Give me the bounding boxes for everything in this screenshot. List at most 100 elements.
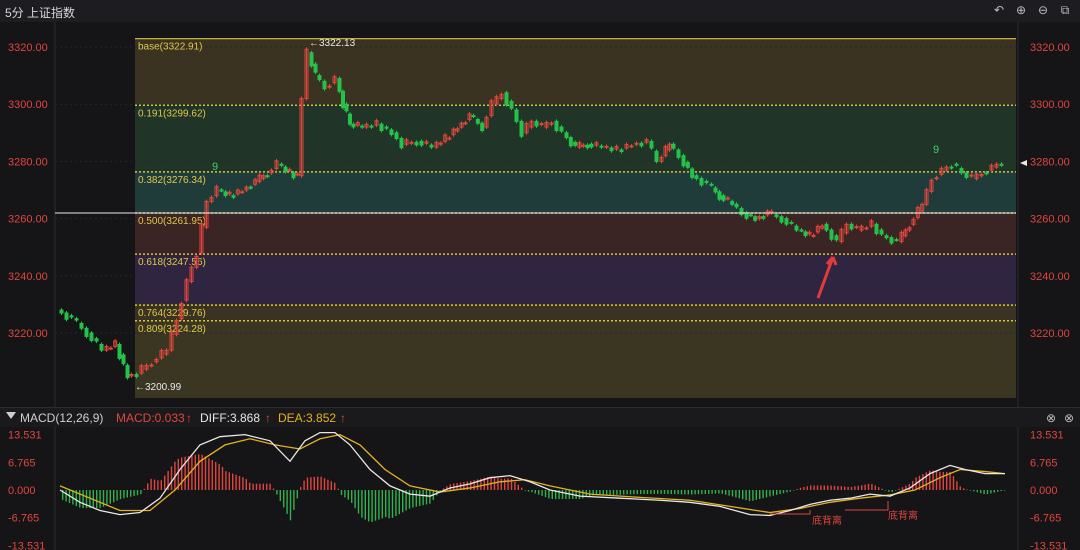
macd-value: MACD:0.033 (116, 411, 185, 425)
macd-hist-bar (833, 485, 836, 490)
macd-hist-bar (429, 490, 431, 504)
candle-body (713, 187, 718, 193)
macd-tick-left: 0.000 (8, 485, 36, 497)
macd-hist-bar (854, 486, 856, 490)
candle-body (89, 332, 94, 341)
macd-hist-bar (470, 480, 472, 490)
macd-hist-bar (776, 490, 778, 495)
macd-header: MACD(12,26,9) MACD:0.033 ↑ DIFF:3.868 ↑ … (0, 407, 1080, 428)
macd-hist-bar (313, 476, 315, 490)
candle-body (984, 172, 989, 175)
macd-hist-bar (636, 490, 638, 495)
candle-body (799, 229, 804, 232)
candle-body (419, 140, 424, 146)
price-tick-left: 3280.00 (8, 156, 48, 168)
candle-body (534, 120, 539, 127)
macd-hist-bar (538, 490, 540, 495)
macd-hist-bar (582, 490, 584, 499)
macd-settings-icon[interactable]: ⊗ (1046, 411, 1056, 425)
candle-body (463, 122, 468, 125)
macd-hist-bar (249, 482, 251, 490)
macd-hist-bar (677, 490, 679, 495)
macd-hist-bar (276, 490, 278, 495)
candle-body (219, 189, 224, 192)
macd-hist-bar (266, 483, 268, 490)
candle-body (231, 195, 236, 198)
macd-chart[interactable]: 13.531 13.531 6.765 6.765 0.000 0.000 -6.765 -6… (0, 427, 1080, 550)
low-label: ←3200.99 (135, 382, 182, 393)
candle-body (317, 75, 322, 81)
fullscreen-icon[interactable]: ⧉ (1058, 3, 1072, 17)
zoom-in-icon[interactable]: ⊕ (1014, 3, 1028, 17)
macd-hist-bar (589, 490, 591, 496)
macd-hist-bar (106, 490, 108, 506)
macd-hist-bar (238, 476, 241, 490)
macd-hist-bar (364, 490, 366, 520)
macd-hist-bar (497, 478, 499, 490)
candle-body (389, 129, 394, 136)
macd-hist-bar (194, 454, 196, 490)
candle-body (774, 214, 779, 218)
candle-body (223, 191, 228, 197)
macd-hist-bar (674, 490, 676, 495)
nine-label-1: 9 (212, 161, 218, 173)
macd-hist-bar (116, 490, 118, 501)
macd-hist-bar (980, 490, 982, 494)
macd-hist-bar (742, 490, 744, 500)
candle-body (784, 218, 789, 225)
macd-hist-bar (381, 490, 383, 519)
macd-tick-right: 13.531 (1030, 430, 1064, 442)
candlestick-chart[interactable]: base(3322.91) 0.191(3299.62) 0.382(3276.34… (0, 22, 1080, 407)
macd-tick-right: 6.765 (1030, 457, 1058, 469)
macd-hist-bar (422, 490, 424, 506)
candle-body (64, 312, 69, 320)
macd-hist-bar (857, 485, 859, 490)
macd-hist-bar (269, 483, 271, 490)
macd-hist-bar (337, 488, 339, 490)
macd-hist-bar (997, 490, 999, 492)
candle-body (599, 145, 604, 148)
candle-body (704, 180, 709, 184)
macd-hist-bar (388, 490, 390, 519)
zoom-out-icon[interactable]: ⊖ (1036, 3, 1050, 17)
macd-hist-bar (626, 490, 628, 495)
macd-hist-bar (334, 482, 336, 490)
macd-hist-bar (796, 489, 798, 490)
dea-up-icon: ↑ (340, 411, 346, 425)
macd-hist-bar (949, 471, 951, 490)
macd-hist-bar (150, 478, 152, 490)
candle-body (149, 364, 154, 367)
candle-body (739, 208, 744, 216)
undo-icon[interactable]: ↶ (992, 3, 1006, 17)
macd-hist-bar (136, 490, 139, 496)
macd-hist-bar (419, 490, 421, 507)
macd-close-icon[interactable]: ⊗ (1064, 411, 1074, 425)
macd-hist-bar (803, 487, 805, 490)
macd-hist-bar (925, 472, 927, 490)
macd-hist-bar (772, 490, 774, 496)
candle-body (874, 223, 879, 234)
candle-body (604, 145, 609, 148)
candle-body (447, 137, 452, 140)
candle-body (619, 149, 624, 152)
macd-hist-bar (867, 483, 870, 490)
collapse-icon[interactable] (6, 412, 16, 419)
macd-hist-bar (895, 490, 897, 491)
candle-body (744, 212, 749, 219)
macd-hist-bar (793, 490, 795, 491)
macd-hist-bar (667, 490, 669, 494)
macd-hist-bar (643, 490, 645, 495)
macd-hist-bar (565, 490, 567, 500)
macd-hist-bar (657, 490, 659, 494)
candle-body (854, 226, 859, 229)
macd-hist-bar (888, 490, 890, 492)
macd-hist-bar (439, 490, 441, 491)
candle-body (954, 163, 959, 166)
candle-body (69, 315, 74, 318)
macd-hist-bar (687, 490, 689, 495)
macd-hist-bar (884, 490, 887, 491)
candle-body (108, 347, 113, 350)
macd-hist-bar (317, 476, 319, 490)
candle-body (676, 149, 681, 158)
nine-label-2: 9 (933, 144, 939, 156)
